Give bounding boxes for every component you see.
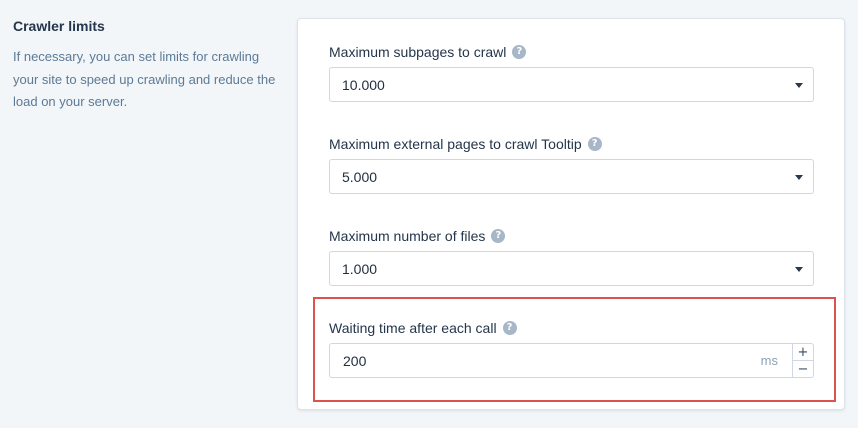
waiting-time-label-text: Waiting time after each call — [329, 320, 497, 336]
crawler-limits-card: Maximum subpages to crawl ? 10.000 Maxim… — [297, 18, 845, 410]
waiting-time-label: Waiting time after each call ? — [329, 320, 517, 336]
max-files-label-text: Maximum number of files — [329, 228, 486, 244]
max-subpages-value: 10.000 — [342, 76, 385, 93]
max-external-label: Maximum external pages to crawl Tooltip … — [329, 136, 602, 152]
max-subpages-label-text: Maximum subpages to crawl — [329, 44, 507, 60]
question-circle-icon[interactable]: ? — [512, 45, 527, 59]
caret-down-icon — [795, 267, 803, 272]
waiting-time-unit: ms — [760, 353, 778, 368]
section-description: If necessary, you can set limits for cra… — [13, 49, 276, 109]
max-subpages-label: Maximum subpages to crawl ? — [329, 44, 527, 60]
max-files-value: 1.000 — [342, 260, 378, 277]
caret-down-icon — [795, 175, 803, 180]
question-circle-icon[interactable]: ? — [502, 321, 517, 335]
max-files-select[interactable]: 1.000 — [329, 251, 814, 286]
max-external-select[interactable]: 5.000 — [329, 159, 814, 194]
question-circle-icon[interactable]: ? — [491, 229, 506, 243]
max-external-value: 5.000 — [342, 168, 378, 185]
increment-button[interactable]: + — [793, 344, 813, 361]
waiting-time-value[interactable]: 200 — [343, 353, 761, 369]
question-circle-icon[interactable]: ? — [587, 137, 602, 151]
decrement-button[interactable]: − — [793, 361, 813, 377]
crawler-limits-page: Crawler limits If necessary, you can set… — [0, 0, 858, 428]
section-title: Crawler limits — [13, 18, 105, 34]
waiting-time-stepper: + − — [792, 344, 813, 377]
caret-down-icon — [795, 83, 803, 88]
waiting-time-input[interactable]: 200 ms + − — [329, 343, 814, 378]
max-files-label: Maximum number of files ? — [329, 228, 506, 244]
max-external-label-text: Maximum external pages to crawl Tooltip — [329, 136, 582, 152]
max-subpages-select[interactable]: 10.000 — [329, 67, 814, 102]
